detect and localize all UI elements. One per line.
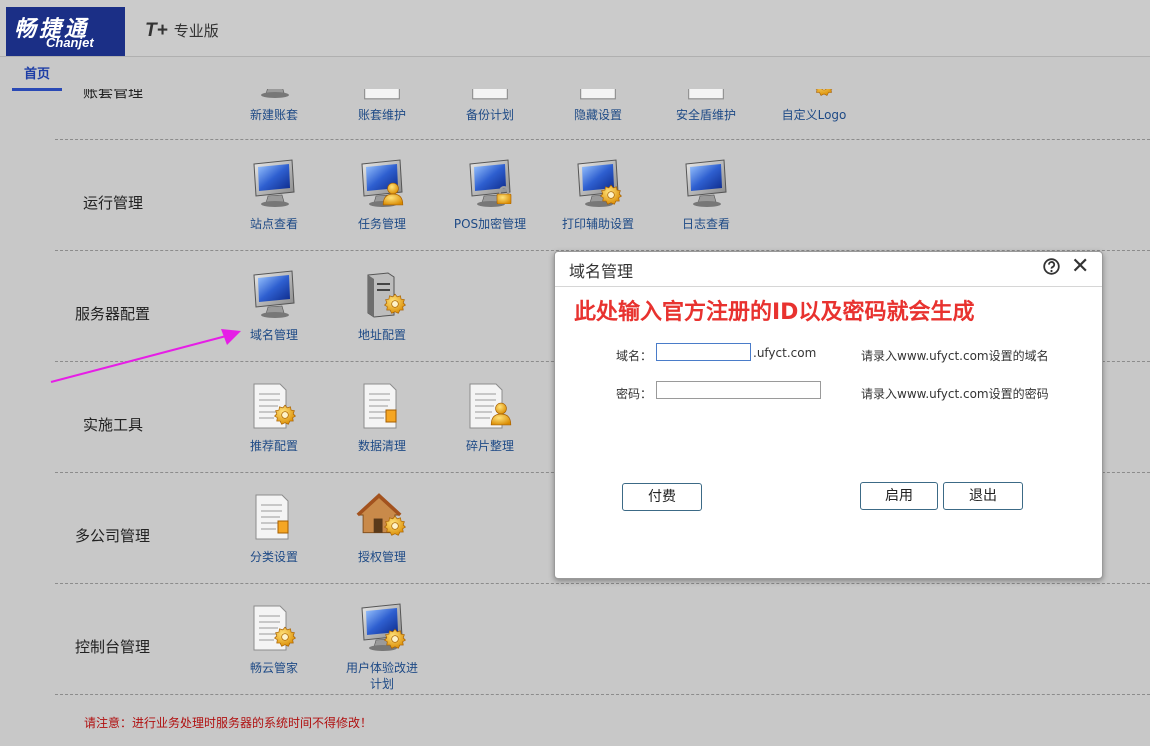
password-label: 密码： bbox=[616, 387, 653, 401]
section-account: 账套管理 新建账套 账套维护 备份计划 隐藏设置 安全盾维护 自定义Logo bbox=[55, 89, 1150, 140]
doc-icon bbox=[464, 89, 516, 101]
item-label: 备份计划 bbox=[465, 108, 514, 122]
house-gear-icon bbox=[356, 493, 406, 536]
item-label: 数据清理 bbox=[357, 439, 406, 453]
pay-button[interactable]: 付费 bbox=[622, 483, 702, 511]
password-input[interactable] bbox=[656, 381, 821, 399]
item-label: 隐藏设置 bbox=[573, 108, 622, 122]
monitor-icon bbox=[248, 89, 300, 101]
section-label-account: 账套管理 bbox=[83, 89, 144, 101]
doc-user-icon bbox=[469, 383, 512, 429]
annotation-arrow-icon bbox=[50, 329, 241, 383]
item-defragment[interactable]: 碎片整理 bbox=[440, 380, 540, 454]
item-label: 站点查看 bbox=[249, 217, 298, 231]
password-hint: 请录入www.ufyct.com设置的密码 bbox=[861, 387, 1049, 401]
item-hide-settings[interactable]: 隐藏设置 bbox=[548, 89, 648, 123]
item-new-account[interactable]: 新建账套 bbox=[224, 89, 324, 123]
logo-en-text: Chanjet bbox=[46, 35, 94, 50]
item-site-view[interactable]: 站点查看 bbox=[224, 158, 324, 232]
item-label: 推荐配置 bbox=[249, 439, 298, 453]
item-task-management[interactable]: 任务管理 bbox=[332, 158, 432, 232]
item-license-management[interactable]: 授权管理 bbox=[332, 491, 432, 565]
dialog-annotation: 此处输入官方注册的ID以及密码就会生成 bbox=[574, 300, 975, 325]
doc-icon bbox=[680, 89, 732, 101]
dialog-title: 域名管理 bbox=[569, 262, 634, 281]
help-icon[interactable] bbox=[1043, 258, 1060, 275]
item-print-assist[interactable]: 打印辅助设置 bbox=[548, 158, 648, 232]
doc-icon bbox=[356, 89, 408, 101]
item-label: 安全盾维护 bbox=[675, 108, 736, 122]
close-icon[interactable]: ✕ bbox=[1071, 256, 1089, 278]
section-label-server: 服务器配置 bbox=[75, 305, 151, 323]
domain-input[interactable] bbox=[656, 343, 751, 361]
edition-label: 专业版 bbox=[173, 23, 219, 40]
doc-gear-icon bbox=[253, 605, 296, 651]
item-label: 碎片整理 bbox=[465, 439, 514, 453]
item-pos-encryption[interactable]: POS加密管理 bbox=[440, 158, 540, 232]
section-label-run: 运行管理 bbox=[83, 194, 144, 212]
product-name: T+ bbox=[145, 20, 168, 41]
section-console: 控制台管理 畅云管家 用户体验改进计划 bbox=[55, 584, 1150, 695]
warning-text: 请注意：进行业务处理时服务器的系统时间不得修改！ bbox=[84, 716, 373, 730]
item-label: 任务管理 bbox=[357, 217, 406, 231]
doc-icon bbox=[255, 494, 289, 540]
product-edition: T+ 专业版 bbox=[145, 20, 219, 42]
item-label: 用户体验改进计划 bbox=[345, 661, 418, 691]
monitor-lock-icon bbox=[464, 158, 512, 210]
section-label-console: 控制台管理 bbox=[75, 638, 151, 656]
gear-icon bbox=[814, 89, 834, 96]
section-run: 运行管理 站点查看 任务管理 POS加密管理 打印辅助设置 日志查看 bbox=[55, 140, 1150, 251]
item-category-settings[interactable]: 分类设置 bbox=[224, 491, 324, 565]
monitor-user-icon bbox=[356, 158, 404, 210]
item-label: 日志查看 bbox=[681, 217, 730, 231]
item-log-view[interactable]: 日志查看 bbox=[656, 158, 756, 232]
tab-home[interactable]: 首页 bbox=[12, 66, 62, 91]
item-recommend-config[interactable]: 推荐配置 bbox=[224, 380, 324, 454]
monitor-icon bbox=[680, 158, 732, 210]
doc-icon bbox=[363, 383, 397, 429]
item-data-cleanup[interactable]: 数据清理 bbox=[332, 380, 432, 454]
domain-hint: 请录入www.ufyct.com设置的域名 bbox=[861, 349, 1049, 363]
doc-gear-icon bbox=[253, 383, 296, 429]
chanjet-logo: 畅捷通 Chanjet bbox=[6, 7, 125, 56]
item-label: POS加密管理 bbox=[453, 217, 527, 231]
item-label: 地址配置 bbox=[357, 328, 406, 342]
item-security-shield[interactable]: 安全盾维护 bbox=[656, 89, 756, 123]
enable-button[interactable]: 启用 bbox=[860, 482, 938, 510]
section-label-multi: 多公司管理 bbox=[75, 527, 151, 545]
item-backup-plan[interactable]: 备份计划 bbox=[440, 89, 540, 123]
item-label: 新建账套 bbox=[249, 108, 298, 122]
monitor-icon bbox=[248, 269, 300, 321]
item-label: 账套维护 bbox=[357, 108, 406, 122]
item-address-config[interactable]: 地址配置 bbox=[332, 269, 432, 343]
item-custom-logo[interactable]: 自定义Logo bbox=[764, 89, 864, 123]
domain-label: 域名： bbox=[616, 349, 653, 363]
doc-icon bbox=[572, 89, 624, 101]
monitor-gear-icon bbox=[356, 602, 406, 654]
dialog-divider bbox=[555, 286, 1102, 287]
item-ux-improvement[interactable]: 用户体验改进计划 bbox=[332, 602, 432, 692]
item-label: 打印辅助设置 bbox=[561, 217, 634, 231]
domain-management-dialog: 域名管理 ✕ 此处输入官方注册的ID以及密码就会生成 域名： .ufyct.co… bbox=[554, 251, 1103, 579]
item-label: 畅云管家 bbox=[249, 661, 298, 675]
exit-button[interactable]: 退出 bbox=[943, 482, 1023, 510]
item-label: 授权管理 bbox=[357, 550, 406, 564]
tab-bar: 首页 bbox=[0, 57, 1150, 91]
section-label-impl: 实施工具 bbox=[83, 416, 144, 434]
top-header: 畅捷通 Chanjet T+ 专业版 bbox=[0, 0, 1150, 57]
monitor-icon bbox=[248, 158, 300, 210]
item-label: 分类设置 bbox=[249, 550, 298, 564]
item-label: 自定义Logo bbox=[781, 108, 847, 122]
item-cloud-butler[interactable]: 畅云管家 bbox=[224, 602, 324, 676]
domain-suffix: .ufyct.com bbox=[753, 346, 817, 360]
item-account-maintenance[interactable]: 账套维护 bbox=[332, 89, 432, 123]
monitor-gear-icon bbox=[572, 158, 622, 210]
server-gear-icon bbox=[367, 272, 406, 318]
